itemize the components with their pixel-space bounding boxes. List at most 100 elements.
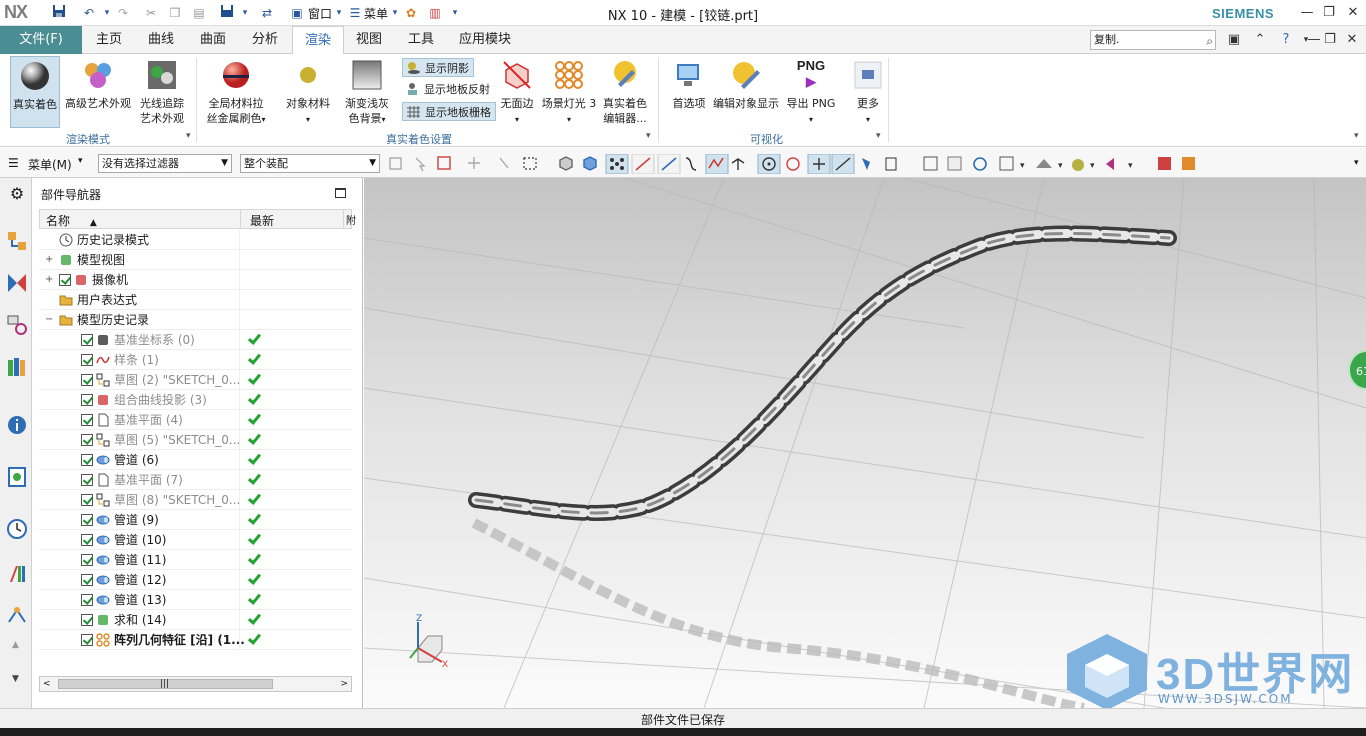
visibility-checkbox[interactable]	[81, 514, 93, 526]
tab-view[interactable]: 视图	[348, 26, 390, 54]
fullscreen-icon[interactable]: ▣	[1224, 30, 1244, 50]
tree-row[interactable]: 管道 (13)	[39, 590, 352, 610]
search-icon[interactable]: ⌕	[1206, 32, 1213, 50]
visibility-checkbox[interactable]	[81, 414, 93, 426]
visibility-checkbox[interactable]	[81, 394, 93, 406]
maximize-icon[interactable]	[335, 188, 346, 198]
tree-row[interactable]: 基准平面 (4)	[39, 410, 352, 430]
toolbar-options-icon[interactable]: ▾	[1354, 158, 1359, 168]
render-mode-group-menu-icon[interactable]: ▾	[186, 131, 191, 141]
column-latest-header[interactable]: 最新	[250, 212, 274, 229]
visibility-checkbox[interactable]	[81, 634, 93, 646]
visibility-checkbox[interactable]	[81, 334, 93, 346]
visibility-checkbox[interactable]	[81, 614, 93, 626]
object-material-button[interactable]: 对象材料 ▾	[282, 56, 334, 127]
visibility-checkbox[interactable]	[81, 354, 93, 366]
tab-tools[interactable]: 工具	[400, 26, 442, 54]
menu-button[interactable]: 菜单(M)	[28, 156, 72, 173]
tree-row[interactable]: 管道 (10)	[39, 530, 352, 550]
visibility-checkbox[interactable]	[81, 534, 93, 546]
no-face-edges-button[interactable]: 无面边 ▾	[496, 56, 538, 127]
visibility-checkbox[interactable]	[81, 454, 93, 466]
tab-curve[interactable]: 曲线	[140, 26, 182, 54]
visibility-checkbox[interactable]	[81, 574, 93, 586]
minimize-icon[interactable]: —	[1296, 3, 1318, 23]
export-png-button[interactable]: PNG ▶ 导出 PNG ▾	[784, 56, 838, 127]
tab-home[interactable]: 主页	[88, 26, 130, 54]
reuse-library-icon[interactable]	[6, 356, 28, 378]
tree-row[interactable]: 组合曲线投影 (3)	[39, 390, 352, 410]
visual-palette-icon[interactable]	[6, 562, 28, 584]
tree-row[interactable]: − 模型历史记录	[39, 310, 352, 330]
visibility-checkbox[interactable]	[81, 554, 93, 566]
restore-icon[interactable]: ❐	[1318, 3, 1340, 23]
floor-grid-toggle[interactable]: 显示地板栅格	[402, 102, 496, 121]
tab-file[interactable]: 文件(F)	[0, 26, 82, 54]
tab-surface[interactable]: 曲面	[192, 26, 234, 54]
tree-row[interactable]: 管道 (11)	[39, 550, 352, 570]
part-navigator-icon[interactable]	[6, 314, 28, 336]
graphics-window[interactable]: Z X	[364, 178, 1366, 708]
menu-bar-icon[interactable]: ☰	[8, 156, 26, 174]
scroll-down-icon[interactable]: ▼	[12, 674, 19, 684]
horizontal-scrollbar[interactable]: < ||| >	[39, 676, 352, 692]
edit-object-display-button[interactable]: 编辑对象显示	[712, 56, 780, 111]
tree-row[interactable]: 管道 (12)	[39, 570, 352, 590]
selection-toolbar-icons[interactable]: ▾ ▾ ▾ ▾	[388, 154, 1366, 174]
scroll-left-icon[interactable]: <	[43, 677, 51, 691]
ribbon-options-icon[interactable]: ▾	[1354, 131, 1359, 141]
tree-row[interactable]: + 摄像机	[39, 270, 352, 290]
expand-toggle-icon[interactable]: +	[45, 250, 53, 270]
visibility-checkbox[interactable]	[81, 374, 93, 386]
visibility-checkbox[interactable]	[59, 274, 71, 286]
collapse-ribbon-icon[interactable]: ⌃	[1250, 30, 1270, 50]
tree-row[interactable]: 草图 (8) "SKETCH_0...	[39, 490, 352, 510]
visibility-checkbox[interactable]	[81, 474, 93, 486]
tab-analysis[interactable]: 分析	[244, 26, 286, 54]
selection-filter-select[interactable]: 没有选择过滤器 ▼	[98, 154, 232, 173]
preferences-button[interactable]: 首选项	[668, 56, 710, 111]
true-shading-group-menu-icon[interactable]: ▾	[646, 131, 651, 141]
gear-icon[interactable]: ⚙	[6, 184, 28, 206]
tree-row[interactable]: 管道 (6)	[39, 450, 352, 470]
visibility-checkbox[interactable]	[81, 494, 93, 506]
tree-row[interactable]: 求和 (14)	[39, 610, 352, 630]
expand-toggle-icon[interactable]: +	[45, 270, 53, 290]
scroll-right-icon[interactable]: >	[340, 677, 348, 691]
advanced-art-button[interactable]: 高级艺术外观	[64, 56, 132, 111]
show-shadow-toggle[interactable]: 显示阴影	[402, 58, 474, 77]
info-icon[interactable]	[6, 414, 28, 436]
floor-reflection-toggle[interactable]: 显示地板反射	[402, 80, 496, 99]
close-icon[interactable]: ✕	[1342, 3, 1364, 23]
scroll-up-icon[interactable]: ▲	[12, 640, 19, 650]
visibility-checkbox[interactable]	[81, 434, 93, 446]
column-name-header[interactable]: 名称 ▲	[46, 212, 97, 229]
help-icon[interactable]: ?	[1276, 30, 1296, 50]
tree-row[interactable]: 基准平面 (7)	[39, 470, 352, 490]
constraint-navigator-icon[interactable]	[6, 272, 28, 294]
global-material-button[interactable]: 全局材料拉 丝金属刷色▾	[204, 56, 268, 127]
column-extra-header[interactable]: 附	[346, 212, 356, 227]
tree-row[interactable]: 草图 (2) "SKETCH_0...	[39, 370, 352, 390]
more-button[interactable]: 更多 ▾	[848, 56, 888, 127]
tree-row[interactable]: 管道 (9)	[39, 510, 352, 530]
menu-dropdown-icon[interactable]: ▾	[78, 156, 83, 166]
tab-render[interactable]: 渲染	[292, 26, 344, 54]
web-browser-icon[interactable]	[6, 466, 28, 488]
tab-applications[interactable]: 应用模块	[454, 26, 516, 54]
selection-scope-select[interactable]: 整个装配 ▼	[240, 154, 380, 173]
visibility-checkbox[interactable]	[81, 594, 93, 606]
tree-row[interactable]: + 模型视图	[39, 250, 352, 270]
tree-row[interactable]: 样条 (1)	[39, 350, 352, 370]
raytrace-button[interactable]: 光线追踪 艺术外观	[136, 56, 188, 126]
tree-row[interactable]: 用户表达式	[39, 290, 352, 310]
scene-lights-button[interactable]: 场景灯光 3 ▾	[540, 56, 598, 127]
tree-row[interactable]: 历史记录模式	[39, 230, 352, 250]
gradient-background-button[interactable]: 渐变浅灰 色背景▾	[340, 56, 394, 127]
history-icon[interactable]	[6, 518, 28, 540]
true-shading-button[interactable]: 真实着色	[10, 56, 60, 128]
assembly-navigator-icon[interactable]	[6, 230, 28, 252]
visualization-group-menu-icon[interactable]: ▾	[876, 131, 881, 141]
expand-toggle-icon[interactable]: −	[45, 310, 53, 330]
tree-row[interactable]: 阵列几何特征 [沿] (1...	[39, 630, 352, 650]
